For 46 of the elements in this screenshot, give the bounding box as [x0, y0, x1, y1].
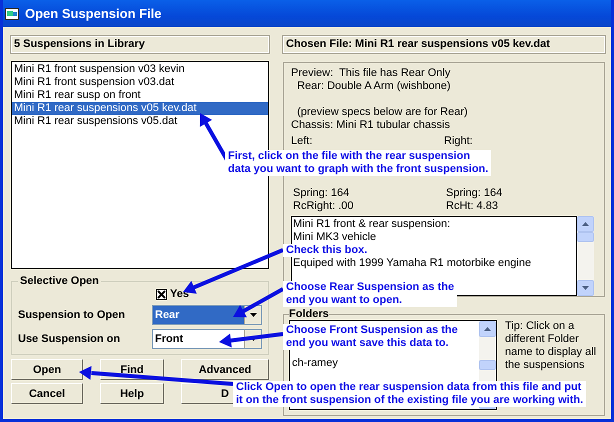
- spec-heading: Left:: [291, 135, 314, 148]
- annotation-tooltip: Choose Rear Suspension as the end you want to open.: [283, 281, 458, 307]
- arrow: [219, 332, 284, 348]
- dialog-button[interactable]: Open: [11, 359, 83, 380]
- arrow-down-icon: [582, 286, 589, 290]
- arrow-up-icon: [582, 222, 589, 226]
- spec-text: RcHt: 4.83: [445, 200, 499, 213]
- scrollbar[interactable]: [577, 216, 594, 296]
- note-line: Mini MK3 vehicle: [293, 231, 378, 244]
- tip-text: Tip: Click on a different Folder name to display all the suspensions: [505, 320, 598, 372]
- preview-text: Chassis: Mini R1 tubular chassis: [291, 119, 451, 132]
- check-mark-icon: [157, 290, 166, 298]
- dialog-button[interactable]: Cancel: [11, 383, 83, 404]
- file-list-item[interactable]: Mini R1 rear susp on front: [12, 89, 268, 102]
- note-line: Mini R1 front & rear suspension:: [293, 218, 452, 231]
- preview-text: Preview: This file has Rear Only: [291, 67, 452, 80]
- file-list-item[interactable]: Mini R1 front suspension v03.dat: [12, 76, 268, 89]
- field-label: Use Suspension on: [18, 333, 120, 345]
- annotation-tooltip: First, click on the file with the rear suspension data you want to graph with the front suspension.: [225, 150, 492, 176]
- suspension-dropdown[interactable]: Rear: [152, 305, 262, 325]
- spec-text: RcRight: .00: [292, 200, 355, 213]
- preview-text: (preview specs below are for Rear): [296, 106, 469, 119]
- preview-text: Rear: Double A Arm (wishbone): [296, 80, 452, 93]
- window-icon: [5, 8, 19, 20]
- spec-text: Spring: 164: [445, 187, 504, 200]
- dropdown-arrow-icon: [250, 313, 256, 317]
- spec-text: Spring: 164: [292, 187, 350, 200]
- suspension-dropdown[interactable]: Front: [152, 329, 262, 349]
- file-list-item[interactable]: Mini R1 rear suspensions v05 kev.dat: [12, 102, 268, 115]
- scroll-thumb[interactable]: [479, 360, 496, 370]
- dialog-button[interactable]: Advanced: [181, 359, 269, 380]
- folder-list-item[interactable]: ch-ramey: [290, 357, 479, 370]
- group-title: Folders: [289, 308, 329, 320]
- field-label: Suspension to Open: [18, 309, 125, 321]
- file-list-item[interactable]: Mini R1 rear suspensions v05.dat: [12, 115, 268, 128]
- scroll-thumb[interactable]: [577, 232, 594, 242]
- chosen-file-header: Chosen File: Mini R1 rear suspensions v05 kev.dat: [283, 36, 605, 53]
- arrow-up-icon: [484, 327, 491, 331]
- file-list-item[interactable]: Mini R1 front suspension v03 kevin: [12, 63, 268, 76]
- window-title: Open Suspension File: [25, 6, 162, 21]
- note-line: Equiped with 1999 Yamaha R1 motorbike engine: [293, 257, 532, 270]
- library-header: 5 Suspensions in Library: [11, 36, 269, 53]
- annotation-tooltip: Click Open to open the rear suspension data from this file and put it on the front suspension of the existing file you are working with.: [233, 381, 586, 407]
- group-title: Selective Open: [19, 275, 100, 287]
- dialog-button[interactable]: Help: [100, 383, 164, 404]
- spec-heading: Right:: [444, 135, 474, 148]
